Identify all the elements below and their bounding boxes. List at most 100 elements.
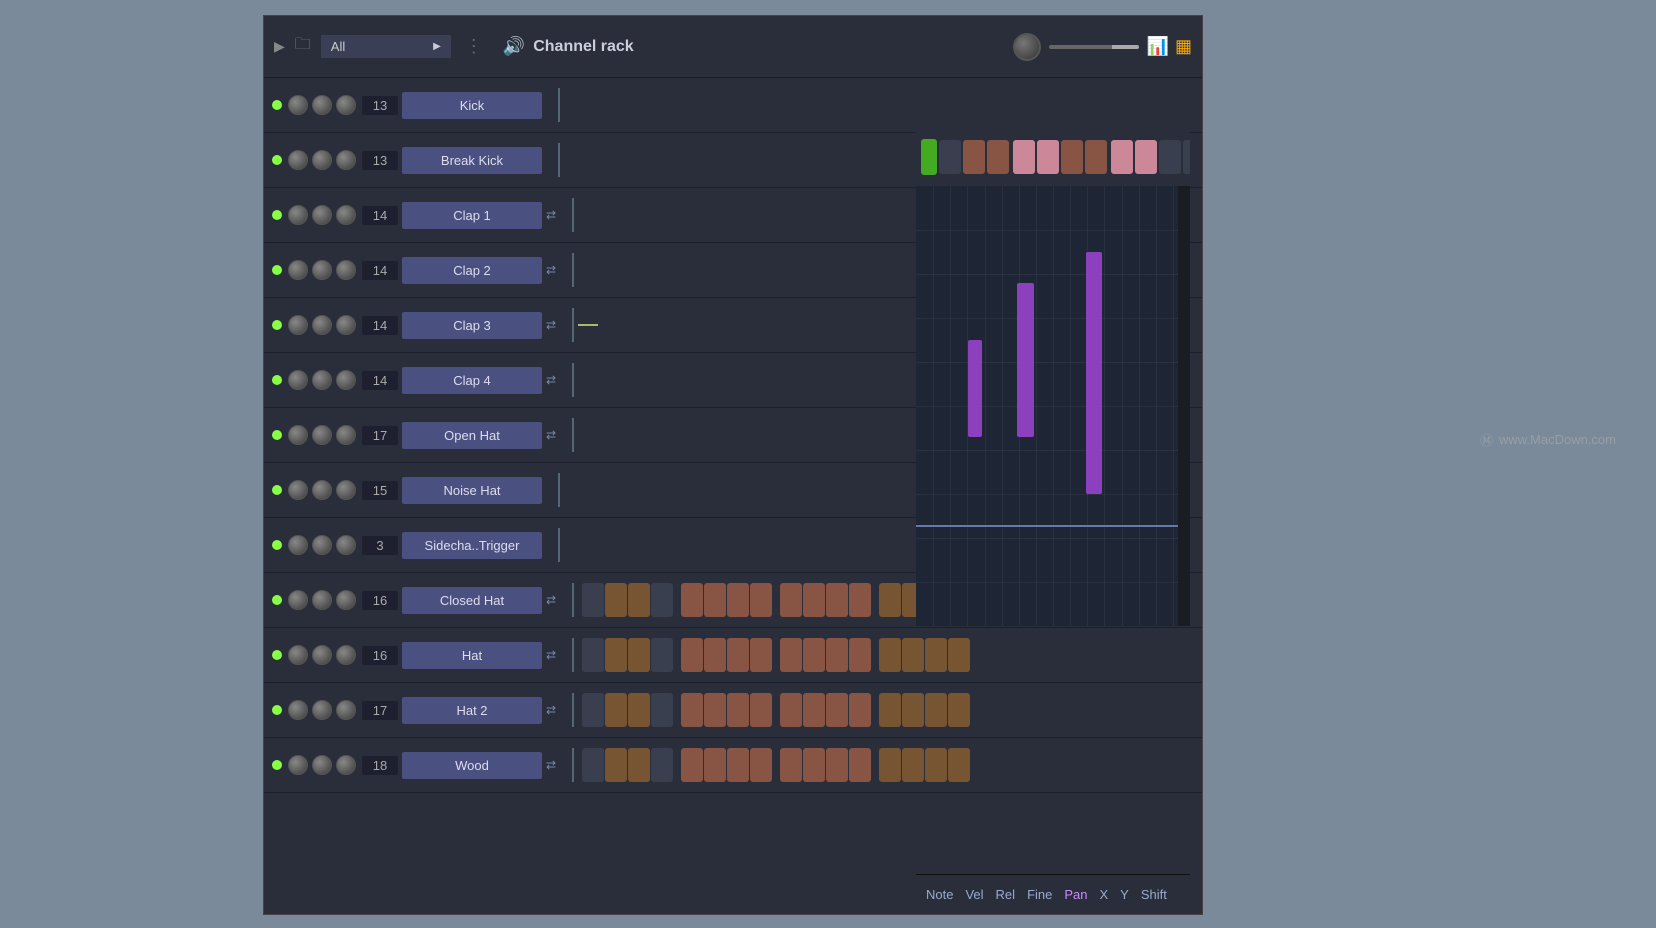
kick-pad-button[interactable] xyxy=(1085,140,1107,174)
menu-button[interactable]: ⋮ xyxy=(465,36,483,57)
channel-arrow-icon[interactable]: ⇄ xyxy=(546,648,556,662)
tab-item-note[interactable]: Note xyxy=(926,887,953,902)
channel-active-indicator[interactable] xyxy=(272,485,282,495)
channel-active-indicator[interactable] xyxy=(272,155,282,165)
channel-active-indicator[interactable] xyxy=(272,595,282,605)
channel-knob[interactable] xyxy=(312,535,332,555)
channel-knob[interactable] xyxy=(336,590,356,610)
pad-button[interactable] xyxy=(948,748,970,782)
pad-button[interactable] xyxy=(704,693,726,727)
channel-knob[interactable] xyxy=(336,95,356,115)
pad-button[interactable] xyxy=(849,583,871,617)
pad-button[interactable] xyxy=(826,748,848,782)
channel-active-indicator[interactable] xyxy=(272,650,282,660)
channel-knob[interactable] xyxy=(312,700,332,720)
tab-item-fine[interactable]: Fine xyxy=(1027,887,1052,902)
pad-button[interactable] xyxy=(628,583,650,617)
pad-button[interactable] xyxy=(902,638,924,672)
channel-active-indicator[interactable] xyxy=(272,100,282,110)
channel-name-button[interactable]: Hat 2 xyxy=(402,697,542,724)
kick-pad-button[interactable] xyxy=(1037,140,1059,174)
pad-button[interactable] xyxy=(628,748,650,782)
folder-button[interactable]: 🗀 xyxy=(295,33,311,60)
pad-button[interactable] xyxy=(879,693,901,727)
channel-arrow-icon[interactable]: ⇄ xyxy=(546,703,556,717)
pad-button[interactable] xyxy=(750,638,772,672)
channel-knob[interactable] xyxy=(312,645,332,665)
channel-knob[interactable] xyxy=(288,315,308,335)
channel-knob[interactable] xyxy=(312,95,332,115)
kick-pad-button[interactable] xyxy=(1111,140,1133,174)
channel-knob[interactable] xyxy=(336,370,356,390)
tab-item-vel[interactable]: Vel xyxy=(965,887,983,902)
channel-active-indicator[interactable] xyxy=(272,760,282,770)
pad-button[interactable] xyxy=(826,638,848,672)
pad-button[interactable] xyxy=(780,693,802,727)
channel-knob[interactable] xyxy=(288,260,308,280)
channel-arrow-icon[interactable]: ⇄ xyxy=(546,758,556,772)
pad-button[interactable] xyxy=(750,748,772,782)
channel-knob[interactable] xyxy=(288,645,308,665)
pad-button[interactable] xyxy=(902,748,924,782)
channel-knob[interactable] xyxy=(312,755,332,775)
pad-button[interactable] xyxy=(803,583,825,617)
channel-name-button[interactable]: Clap 1 xyxy=(402,202,542,229)
pad-button[interactable] xyxy=(605,638,627,672)
piano-roll-area[interactable] xyxy=(916,186,1190,626)
kick-pad-button[interactable] xyxy=(1061,140,1083,174)
pad-button[interactable] xyxy=(582,583,604,617)
pad-button[interactable] xyxy=(780,748,802,782)
channel-knob[interactable] xyxy=(288,535,308,555)
channel-knob[interactable] xyxy=(288,370,308,390)
play-button[interactable]: ▶ xyxy=(274,38,285,55)
tab-item-x[interactable]: X xyxy=(1100,887,1109,902)
channel-knob[interactable] xyxy=(336,150,356,170)
channel-arrow-icon[interactable]: ⇄ xyxy=(546,593,556,607)
channel-active-indicator[interactable] xyxy=(272,320,282,330)
pad-button[interactable] xyxy=(780,638,802,672)
channel-knob[interactable] xyxy=(336,260,356,280)
pad-button[interactable] xyxy=(849,638,871,672)
pad-button[interactable] xyxy=(925,748,947,782)
pad-button[interactable] xyxy=(849,693,871,727)
pad-button[interactable] xyxy=(826,693,848,727)
piano-roll-note[interactable] xyxy=(1086,252,1102,494)
kick-pad-button[interactable] xyxy=(921,139,937,175)
pad-button[interactable] xyxy=(727,748,749,782)
pad-button[interactable] xyxy=(750,693,772,727)
pad-button[interactable] xyxy=(628,638,650,672)
channel-knob[interactable] xyxy=(336,205,356,225)
pad-button[interactable] xyxy=(704,638,726,672)
pad-button[interactable] xyxy=(605,748,627,782)
channel-knob[interactable] xyxy=(288,700,308,720)
pad-button[interactable] xyxy=(803,693,825,727)
channel-knob[interactable] xyxy=(312,260,332,280)
pad-button[interactable] xyxy=(727,693,749,727)
kick-pad-button[interactable] xyxy=(1013,140,1035,174)
channel-name-button[interactable]: Break Kick xyxy=(402,147,542,174)
pad-button[interactable] xyxy=(681,583,703,617)
channel-name-button[interactable]: Clap 3 xyxy=(402,312,542,339)
pad-button[interactable] xyxy=(849,748,871,782)
channel-active-indicator[interactable] xyxy=(272,705,282,715)
pad-button[interactable] xyxy=(651,693,673,727)
channel-knob[interactable] xyxy=(312,590,332,610)
channel-knob[interactable] xyxy=(312,480,332,500)
channel-knob[interactable] xyxy=(288,480,308,500)
pad-button[interactable] xyxy=(879,583,901,617)
pad-button[interactable] xyxy=(803,638,825,672)
pad-button[interactable] xyxy=(605,693,627,727)
pad-button[interactable] xyxy=(780,583,802,617)
volume-knob[interactable] xyxy=(1013,33,1041,61)
channel-knob[interactable] xyxy=(336,480,356,500)
tab-item-y[interactable]: Y xyxy=(1120,887,1129,902)
volume-slider[interactable] xyxy=(1049,45,1139,49)
channel-knob[interactable] xyxy=(288,425,308,445)
scrollbar[interactable] xyxy=(1178,186,1190,626)
kick-pad-button[interactable] xyxy=(939,140,961,174)
channel-name-button[interactable]: Wood xyxy=(402,752,542,779)
filter-dropdown[interactable]: All ▶ xyxy=(321,35,451,58)
pad-button[interactable] xyxy=(948,638,970,672)
pad-button[interactable] xyxy=(651,638,673,672)
channel-name-button[interactable]: Open Hat xyxy=(402,422,542,449)
